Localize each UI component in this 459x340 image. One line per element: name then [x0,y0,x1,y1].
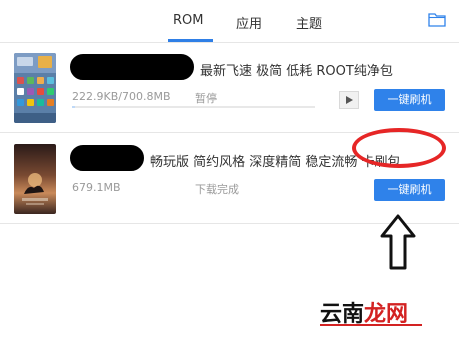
play-icon [346,96,353,104]
rom-thumbnail [14,144,56,214]
up-arrow-icon [380,214,416,270]
download-status: 暂停 [195,92,217,105]
download-status: 下载完成 [195,183,239,196]
tab-themes[interactable]: 主题 [296,13,322,32]
one-click-flash-button[interactable]: 一键刷机 [374,179,445,201]
redacted-name [70,54,194,80]
watermark-underline [320,324,422,326]
tab-rom[interactable]: ROM [173,13,203,28]
resume-button[interactable] [339,91,359,109]
rom-title-text: 最新飞速 极简 低耗 ROOT纯净包 [200,64,393,79]
download-progress-bar [72,106,315,108]
download-progress-fill [72,106,75,108]
rom-manager-window: ROM 应用 主题 最新飞速 极简 低耗 ROOT纯净包 222.9KB/700… [0,0,459,340]
rom-size: 222.9KB/700.8MB [72,90,171,103]
list-item: 最新飞速 极简 低耗 ROOT纯净包 222.9KB/700.8MB 暂停 一键… [0,42,459,133]
tab-bar: ROM 应用 主题 [0,0,459,43]
rom-title: 最新飞速 极简 低耗 ROOT纯净包 [70,54,442,80]
folder-icon[interactable] [428,12,446,27]
one-click-flash-button[interactable]: 一键刷机 [374,89,445,111]
rom-thumbnail [14,53,56,123]
tab-apps[interactable]: 应用 [236,13,262,32]
list-item: 畅玩版 简约风格 深度精简 稳定流畅 卡刷包 679.1MB 下载完成 一键刷机 [0,133,459,224]
rom-title-text: 畅玩版 简约风格 深度精简 稳定流畅 卡刷包 [150,155,401,170]
redacted-name [70,145,144,171]
rom-size: 679.1MB [72,181,121,194]
rom-title: 畅玩版 简约风格 深度精简 稳定流畅 卡刷包 [70,145,442,171]
